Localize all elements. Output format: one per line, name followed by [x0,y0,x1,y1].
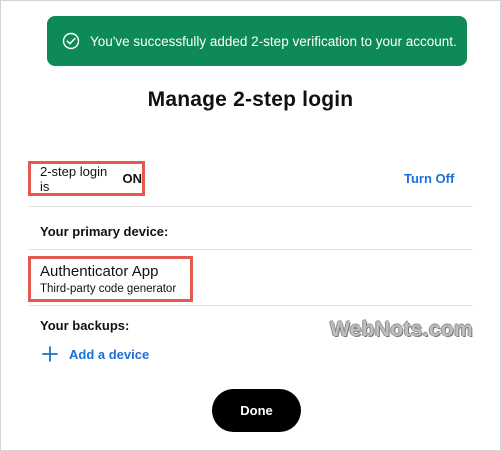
check-circle-icon [62,32,80,50]
backups-heading: Your backups: [40,318,130,333]
turn-off-link[interactable]: Turn Off [404,171,454,186]
toast-message: You've successfully added 2-step verific… [90,33,457,49]
page-title: Manage 2-step login [147,88,354,111]
add-device-button[interactable]: Add a device [41,345,149,363]
device-name: Authenticator App [40,263,159,280]
success-toast: You've successfully added 2-step verific… [47,16,467,66]
add-device-label: Add a device [69,346,150,362]
primary-device-heading: Your primary device: [40,224,169,239]
device-description: Third-party code generator [40,283,177,295]
divider [28,305,473,306]
primary-device-card: Authenticator App Third-party code gener… [28,256,193,302]
done-button[interactable]: Done [212,389,301,432]
divider [28,249,473,250]
status-label: 2-step login is [40,163,108,194]
plus-icon [41,345,59,363]
status-value: ON [122,171,143,186]
watermark: WebNots.com [330,318,473,341]
divider [28,206,473,207]
login-status: 2-step login is ON [28,161,145,196]
